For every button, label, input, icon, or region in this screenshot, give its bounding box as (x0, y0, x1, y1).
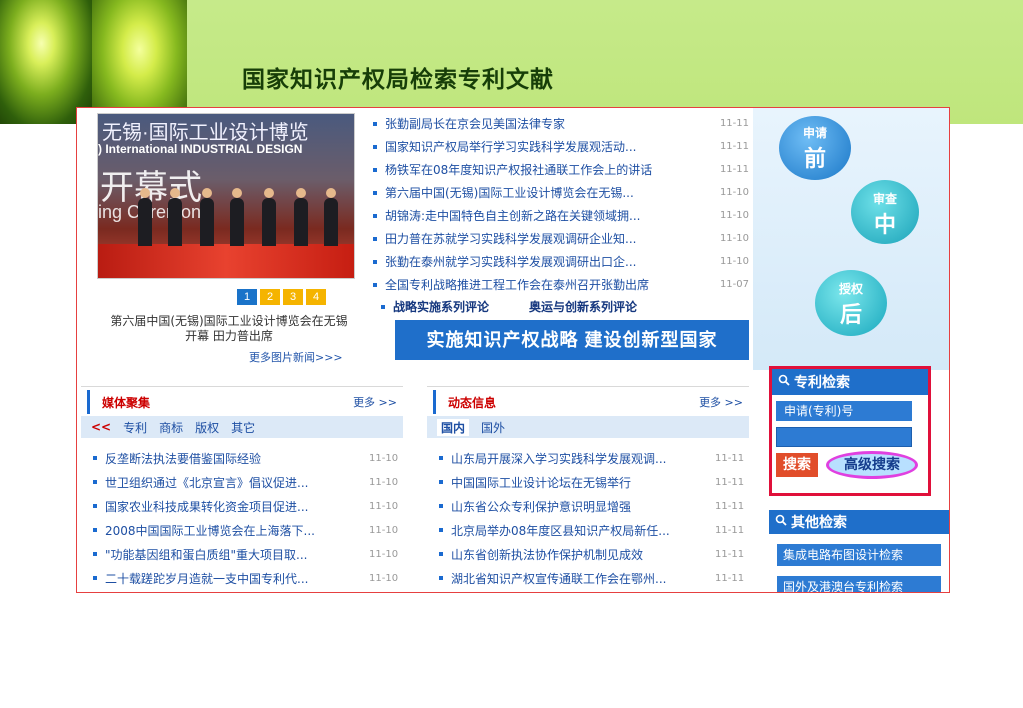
application-number-select[interactable]: 申请(专利)号 (776, 401, 912, 421)
tab-copyright[interactable]: 版权 (195, 419, 219, 436)
tab-foreign[interactable]: 国外 (481, 419, 505, 436)
pager-button-2[interactable]: 2 (260, 289, 280, 305)
photo-caption[interactable]: 第六届中国(无锡)国际工业设计博览会在无锡开幕 田力普出席 (109, 314, 349, 344)
media-title: 媒体聚集 (102, 395, 151, 410)
stage-during-button[interactable]: 审查中 (851, 180, 919, 244)
list-item[interactable]: 山东省公众专利保护意识明显增强 11-11 (427, 494, 749, 518)
patent-search-header: 专利检索 (772, 369, 928, 395)
tab-domestic[interactable]: 国内 (437, 418, 470, 436)
news-photo[interactable]: 无锡·国际工业设计博览 ) International INDUSTRIAL D… (97, 113, 355, 279)
stage-before-button[interactable]: 申请前 (779, 116, 851, 180)
news-item[interactable]: 胡锦涛:走中国特色自主创新之路在关键领域拥... 11-10 (373, 204, 749, 227)
pager-button-3[interactable]: 3 (283, 289, 303, 305)
foreign-patent-search-link[interactable]: 国外及港澳台专利检索 (777, 576, 941, 592)
pager-button-1[interactable]: 1 (237, 289, 257, 305)
stage (98, 244, 354, 278)
search-icon (778, 374, 790, 390)
list-item[interactable]: 中国国际工业设计论坛在无锡举行 11-11 (427, 470, 749, 494)
news-item[interactable]: 张勤副局长在京会见美国法律专家 11-11 (373, 112, 749, 135)
news-list: 张勤副局长在京会见美国法律专家 11-11 国家知识产权局举行学习实践科学发展观活… (373, 112, 749, 296)
patent-search-title: 专利检索 (794, 375, 850, 391)
feature-link-olympics[interactable]: 奥运与创新系列评论 (529, 298, 637, 315)
search-icon (775, 514, 787, 530)
list-item[interactable]: 二十载蹉跎岁月造就一支中国专利代... 11-10 (81, 566, 403, 590)
website-screenshot: 无锡·国际工业设计博览 ) International INDUSTRIAL D… (76, 107, 950, 593)
lightbulb-image (0, 0, 92, 124)
news-item[interactable]: 田力普在苏就学习实践科学发展观调研企业知... 11-10 (373, 227, 749, 250)
media-list: 反垄断法执法要借鉴国际经验 11-10 世卫组织通过《北京宣言》倡议促进... 11… (81, 438, 403, 590)
list-item[interactable]: "功能基因组和蛋白质组"重大项目取... 11-10 (81, 542, 403, 566)
photo-overlay-text: ing Ceremony (98, 202, 211, 222)
list-item[interactable]: 国家农业科技成果转化资金项目促进... 11-10 (81, 494, 403, 518)
list-item[interactable]: 世卫组织通过《北京宣言》倡议促进... 11-10 (81, 470, 403, 494)
list-item[interactable]: 山东省创新执法协作保护机制见成效 11-11 (427, 542, 749, 566)
feature-links: 战略实施系列评论 奥运与创新系列评论 (381, 298, 637, 315)
other-search-box: 其他检索 集成电路布图设计检索 国外及港澳台专利检索 (769, 510, 949, 592)
stage-after-button[interactable]: 授权后 (815, 270, 887, 336)
ic-layout-search-link[interactable]: 集成电路布图设计检索 (777, 544, 941, 566)
dynamic-tabs: 国内 国外 (427, 416, 749, 438)
search-input[interactable] (776, 427, 912, 447)
list-item[interactable]: 山东局开展深入学习实践科学发展观调... 11-11 (427, 446, 749, 470)
search-button[interactable]: 搜索 (776, 453, 818, 477)
tab-other[interactable]: 其它 (231, 419, 255, 436)
other-search-title: 其他检索 (791, 515, 847, 531)
news-item[interactable]: 全国专利战略推进工程工作会在泰州召开张勤出席 11-07 (373, 273, 749, 296)
list-item[interactable]: 反垄断法执法要借鉴国际经验 11-10 (81, 446, 403, 470)
list-item[interactable]: 湖北省知识产权宣传通联工作会在鄂州... 11-11 (427, 566, 749, 590)
advanced-search-button[interactable]: 高级搜索 (826, 451, 918, 479)
header-banner: 国家知识产权局检索专利文献 (0, 0, 1023, 124)
news-item[interactable]: 国家知识产权局举行学习实践科学发展观活动... 11-11 (373, 135, 749, 158)
news-item[interactable]: 第六届中国(无锡)国际工业设计博览会在无锡... 11-10 (373, 181, 749, 204)
page-title: 国家知识产权局检索专利文献 (242, 66, 554, 92)
more-photo-news-link[interactable]: 更多图片新闻>>> (249, 349, 343, 365)
patent-search-box: 专利检索 申请(专利)号 搜索 高级搜索 (769, 366, 931, 496)
list-item[interactable]: 2008中国国际工业博览会在上海落下... 11-10 (81, 518, 403, 542)
lightbulb-image (92, 0, 187, 124)
media-block: 媒体聚集 更多 >> << 专利 商标 版权 其它 反垄断法执法要借鉴国际经验 1… (81, 386, 403, 592)
tab-patent[interactable]: 专利 (123, 419, 147, 436)
photo-pager: 1 2 3 4 (237, 289, 326, 305)
other-search-header: 其他检索 (769, 510, 949, 534)
list-item[interactable]: 北京局举办08年度区县知识产权局新任... 11-11 (427, 518, 749, 542)
dynamic-header: 动态信息 更多 >> (433, 390, 749, 414)
dynamic-block: 动态信息 更多 >> 国内 国外 山东局开展深入学习实践科学发展观调... 11-… (427, 386, 749, 592)
media-header: 媒体聚集 更多 >> (87, 390, 403, 414)
media-more-link[interactable]: 更多 >> (353, 394, 397, 410)
dynamic-list: 山东局开展深入学习实践科学发展观调... 11-11 中国国际工业设计论坛在无锡举… (427, 438, 749, 590)
photo-overlay-text: ) International INDUSTRIAL DESIGN (98, 142, 303, 156)
photo-overlay-text: 无锡·国际工业设计博览 (102, 122, 309, 144)
slogan-banner: 实施知识产权战略 建设创新型国家 (395, 320, 749, 360)
pager-button-4[interactable]: 4 (306, 289, 326, 305)
media-tabs: << 专利 商标 版权 其它 (81, 416, 403, 438)
stage-panel: 申请前 审查中 授权后 (753, 108, 949, 370)
dynamic-title: 动态信息 (448, 395, 497, 410)
tab-prev[interactable]: << (91, 420, 111, 434)
news-item[interactable]: 杨铁军在08年度知识产权报社通联工作会上的讲话 11-11 (373, 158, 749, 181)
tab-trademark[interactable]: 商标 (159, 419, 183, 436)
dynamic-more-link[interactable]: 更多 >> (699, 394, 743, 410)
feature-link-strategy[interactable]: 战略实施系列评论 (381, 298, 489, 315)
news-item[interactable]: 张勤在泰州就学习实践科学发展观调研出口企... 11-10 (373, 250, 749, 273)
